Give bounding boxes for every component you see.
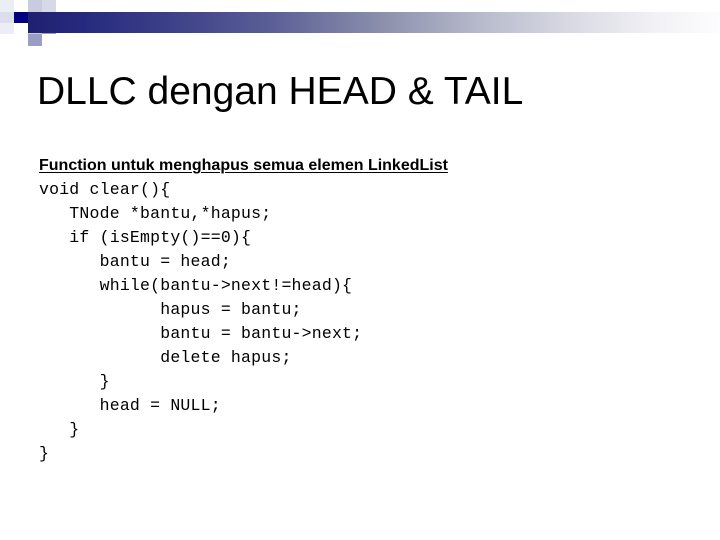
decorative-square bbox=[14, 23, 28, 34]
code-line: bantu = head; bbox=[39, 252, 231, 271]
decorative-square bbox=[0, 0, 14, 12]
page-title: DLLC dengan HEAD & TAIL bbox=[37, 70, 524, 113]
decorative-square bbox=[28, 0, 42, 12]
decorative-square bbox=[0, 12, 14, 23]
code-block: void clear(){ TNode *bantu,*hapus; if (i… bbox=[39, 178, 699, 466]
decorative-square bbox=[42, 34, 56, 46]
code-line: TNode *bantu,*hapus; bbox=[39, 204, 272, 223]
code-line: } bbox=[39, 420, 80, 439]
gradient-bar bbox=[28, 12, 720, 33]
code-line: if (isEmpty()==0){ bbox=[39, 228, 252, 247]
code-line: head = NULL; bbox=[39, 396, 221, 415]
decorative-square bbox=[28, 34, 42, 46]
code-line: } bbox=[39, 444, 50, 463]
slide-header-decoration bbox=[0, 0, 720, 46]
code-line: while(bantu->next!=head){ bbox=[39, 276, 353, 295]
code-line: delete hapus; bbox=[39, 348, 292, 367]
decorative-square bbox=[14, 0, 28, 12]
slide-body: Function untuk menghapus semua elemen Li… bbox=[39, 155, 699, 466]
decorative-square bbox=[42, 0, 56, 12]
decorative-square bbox=[56, 0, 70, 12]
decorative-square bbox=[0, 34, 14, 46]
decorative-square bbox=[14, 34, 28, 46]
decorative-square bbox=[0, 23, 14, 34]
body-subtitle: Function untuk menghapus semua elemen Li… bbox=[39, 157, 448, 174]
decorative-square bbox=[14, 12, 28, 23]
code-line: } bbox=[39, 372, 110, 391]
presentation-slide: DLLC dengan HEAD & TAIL Function untuk m… bbox=[0, 0, 720, 540]
code-line: hapus = bantu; bbox=[39, 300, 302, 319]
code-line: bantu = bantu->next; bbox=[39, 324, 363, 343]
code-line: void clear(){ bbox=[39, 180, 171, 199]
